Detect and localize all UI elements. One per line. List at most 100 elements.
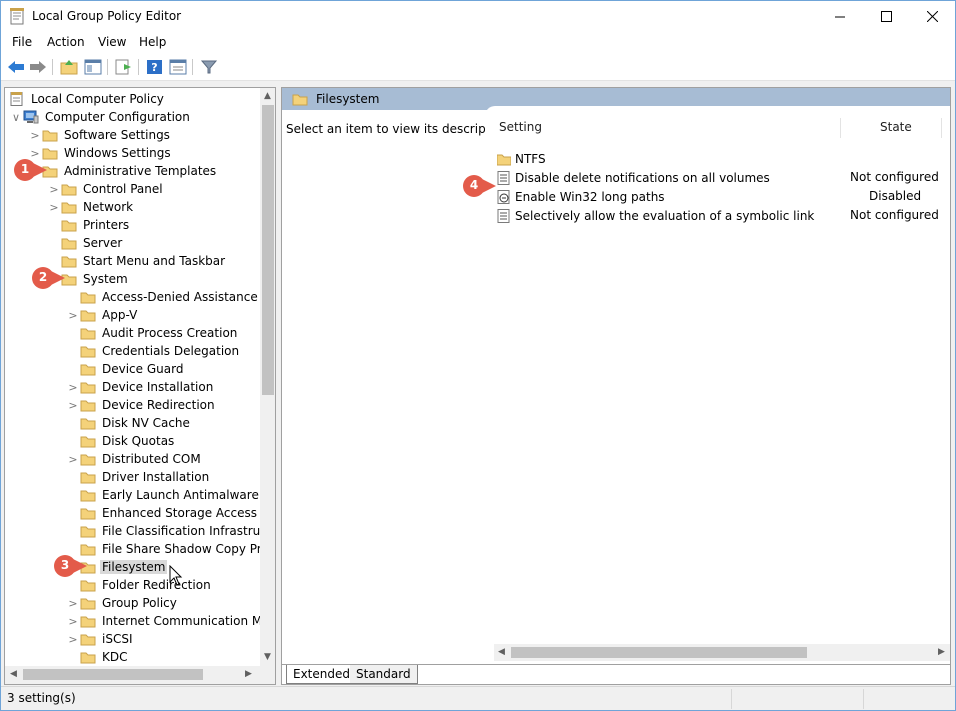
folder-icon <box>80 452 96 466</box>
scroll-right-icon[interactable]: ▶ <box>938 647 945 657</box>
toolbar: ? <box>1 54 955 81</box>
tree-item-file-classification-infrastruct[interactable]: File Classification Infrastruct <box>66 522 260 540</box>
maximize-button[interactable] <box>863 1 909 32</box>
export-list-icon[interactable] <box>114 58 134 76</box>
expand-arrow-icon[interactable]: > <box>66 612 80 630</box>
folder-icon <box>80 470 96 484</box>
column-divider[interactable] <box>840 118 841 138</box>
expand-arrow-icon[interactable]: > <box>47 198 61 216</box>
tree-item-computer-configuration[interactable]: ∨ Computer Configuration <box>9 108 192 126</box>
list-item-disable-delete-notifications[interactable]: Disable delete notifications on all volu… <box>497 168 770 187</box>
filter-icon[interactable] <box>199 58 219 76</box>
tree-item-label: Internet Communication Ma <box>102 614 260 628</box>
column-header-state[interactable]: State <box>880 120 912 134</box>
tree-item-group-policy[interactable]: > Group Policy <box>66 594 179 612</box>
tree-item-audit-process-creation[interactable]: Audit Process Creation <box>66 324 239 342</box>
back-icon[interactable] <box>6 58 26 76</box>
folder-icon <box>292 92 308 109</box>
scroll-left-icon[interactable]: ◀ <box>10 669 17 679</box>
expand-arrow-icon[interactable]: > <box>66 378 80 396</box>
tree-item-internet-communication-ma[interactable]: > Internet Communication Ma <box>66 612 260 630</box>
menu-bar: File Action View Help <box>1 32 955 54</box>
column-header-setting[interactable]: Setting <box>499 120 542 134</box>
tree-item-iscsi[interactable]: > iSCSI <box>66 630 135 648</box>
tree-horizontal-scrollbar[interactable]: ◀ ▶ <box>5 666 275 684</box>
tree-item-administrative-templates[interactable]: ∨Administrative Templates <box>28 162 218 180</box>
scroll-up-icon[interactable]: ▲ <box>264 91 271 101</box>
menu-help[interactable]: Help <box>139 35 166 49</box>
help-icon[interactable]: ? <box>145 58 165 76</box>
tree-scroll-thumb[interactable] <box>262 105 274 395</box>
tab-standard[interactable]: Standard <box>350 665 418 684</box>
status-divider <box>731 689 732 709</box>
close-button[interactable] <box>909 1 955 32</box>
expand-arrow-icon[interactable]: > <box>47 180 61 198</box>
tree-item-label: Network <box>83 200 134 214</box>
menu-file[interactable]: File <box>12 35 32 49</box>
settings-horizontal-scrollbar[interactable]: ◀ ▶ <box>494 644 950 661</box>
list-item-enable-win32-long-paths[interactable]: Enable Win32 long paths <box>497 187 665 206</box>
scroll-left-icon[interactable]: ◀ <box>498 647 505 657</box>
setting-state: Not configured <box>850 170 939 184</box>
expand-arrow-icon[interactable]: > <box>66 630 80 648</box>
tree-item-local-computer-policy[interactable]: Local Computer Policy <box>9 90 166 108</box>
settings-hscroll-thumb[interactable] <box>511 647 807 658</box>
tree-item-label: Device Installation <box>102 380 214 394</box>
tree-item-early-launch-antimalware[interactable]: Early Launch Antimalware <box>66 486 260 504</box>
tree-item-folder-redirection[interactable]: Folder Redirection <box>66 576 213 594</box>
scroll-right-icon[interactable]: ▶ <box>245 669 252 679</box>
expand-arrow-icon[interactable]: > <box>66 306 80 324</box>
tree-item-device-installation[interactable]: > Device Installation <box>66 378 215 396</box>
callout-badge-2: 2 <box>28 266 66 290</box>
up-folder-icon[interactable] <box>59 58 79 76</box>
properties-icon[interactable] <box>168 58 188 76</box>
collapse-arrow-icon[interactable]: ∨ <box>9 108 23 126</box>
tree-item-server[interactable]: Server <box>47 234 124 252</box>
scroll-down-icon[interactable]: ▼ <box>264 652 271 662</box>
tree-item-driver-installation[interactable]: Driver Installation <box>66 468 211 486</box>
folder-icon <box>80 326 96 340</box>
column-divider[interactable] <box>941 118 942 138</box>
tree-item-app-v[interactable]: > App-V <box>66 306 139 324</box>
list-item-ntfs[interactable]: NTFS <box>496 149 546 168</box>
folder-icon <box>80 614 96 628</box>
tree-item-label: Audit Process Creation <box>102 326 238 340</box>
tree-vertical-scrollbar[interactable]: ▲ ▼ <box>260 88 275 666</box>
tree-item-control-panel[interactable]: > Control Panel <box>47 180 165 198</box>
tree-item-disk-nv-cache[interactable]: Disk NV Cache <box>66 414 192 432</box>
tree-item-enhanced-storage-access[interactable]: Enhanced Storage Access <box>66 504 259 522</box>
setting-state: Not configured <box>850 208 939 222</box>
setting-name: Selectively allow the evaluation of a sy… <box>515 208 815 223</box>
list-item-symbolic-link-evaluation[interactable]: Selectively allow the evaluation of a sy… <box>497 206 814 225</box>
tree-hscroll-thumb[interactable] <box>23 669 203 680</box>
expand-arrow-icon[interactable]: > <box>66 396 80 414</box>
tree-item-device-guard[interactable]: Device Guard <box>66 360 185 378</box>
tree-item-software-settings[interactable]: > Software Settings <box>28 126 172 144</box>
forward-icon[interactable] <box>28 58 48 76</box>
tree-item-printers[interactable]: Printers <box>47 216 131 234</box>
menu-action[interactable]: Action <box>47 35 85 49</box>
tree-item-label: Folder Redirection <box>102 578 211 592</box>
tab-extended[interactable]: Extended <box>286 665 356 684</box>
tree-item-start-menu-and-taskbar[interactable]: Start Menu and Taskbar <box>47 252 227 270</box>
tree-item-distributed-com[interactable]: > Distributed COM <box>66 450 203 468</box>
tree-item-device-redirection[interactable]: > Device Redirection <box>66 396 217 414</box>
tree-item-disk-quotas[interactable]: Disk Quotas <box>66 432 176 450</box>
tree-item-kdc[interactable]: KDC <box>66 648 130 666</box>
tree-item-credentials-delegation[interactable]: Credentials Delegation <box>66 342 241 360</box>
expand-arrow-icon[interactable]: > <box>28 126 42 144</box>
tree-item-file-share-shadow-copy-pro[interactable]: File Share Shadow Copy Pro <box>66 540 260 558</box>
expand-arrow-icon[interactable]: > <box>66 450 80 468</box>
menu-view[interactable]: View <box>98 35 126 49</box>
details-pane: Filesystem Select an item to view its de… <box>281 87 951 685</box>
show-hide-tree-icon[interactable] <box>83 58 103 76</box>
expand-arrow-icon[interactable]: > <box>66 594 80 612</box>
tree-item-network[interactable]: > Network <box>47 198 135 216</box>
tree-item-access-denied-assistance[interactable]: Access-Denied Assistance <box>66 288 260 306</box>
policy-document-icon <box>9 92 25 106</box>
minimize-button[interactable] <box>817 1 863 32</box>
tree-item-windows-settings[interactable]: > Windows Settings <box>28 144 173 162</box>
